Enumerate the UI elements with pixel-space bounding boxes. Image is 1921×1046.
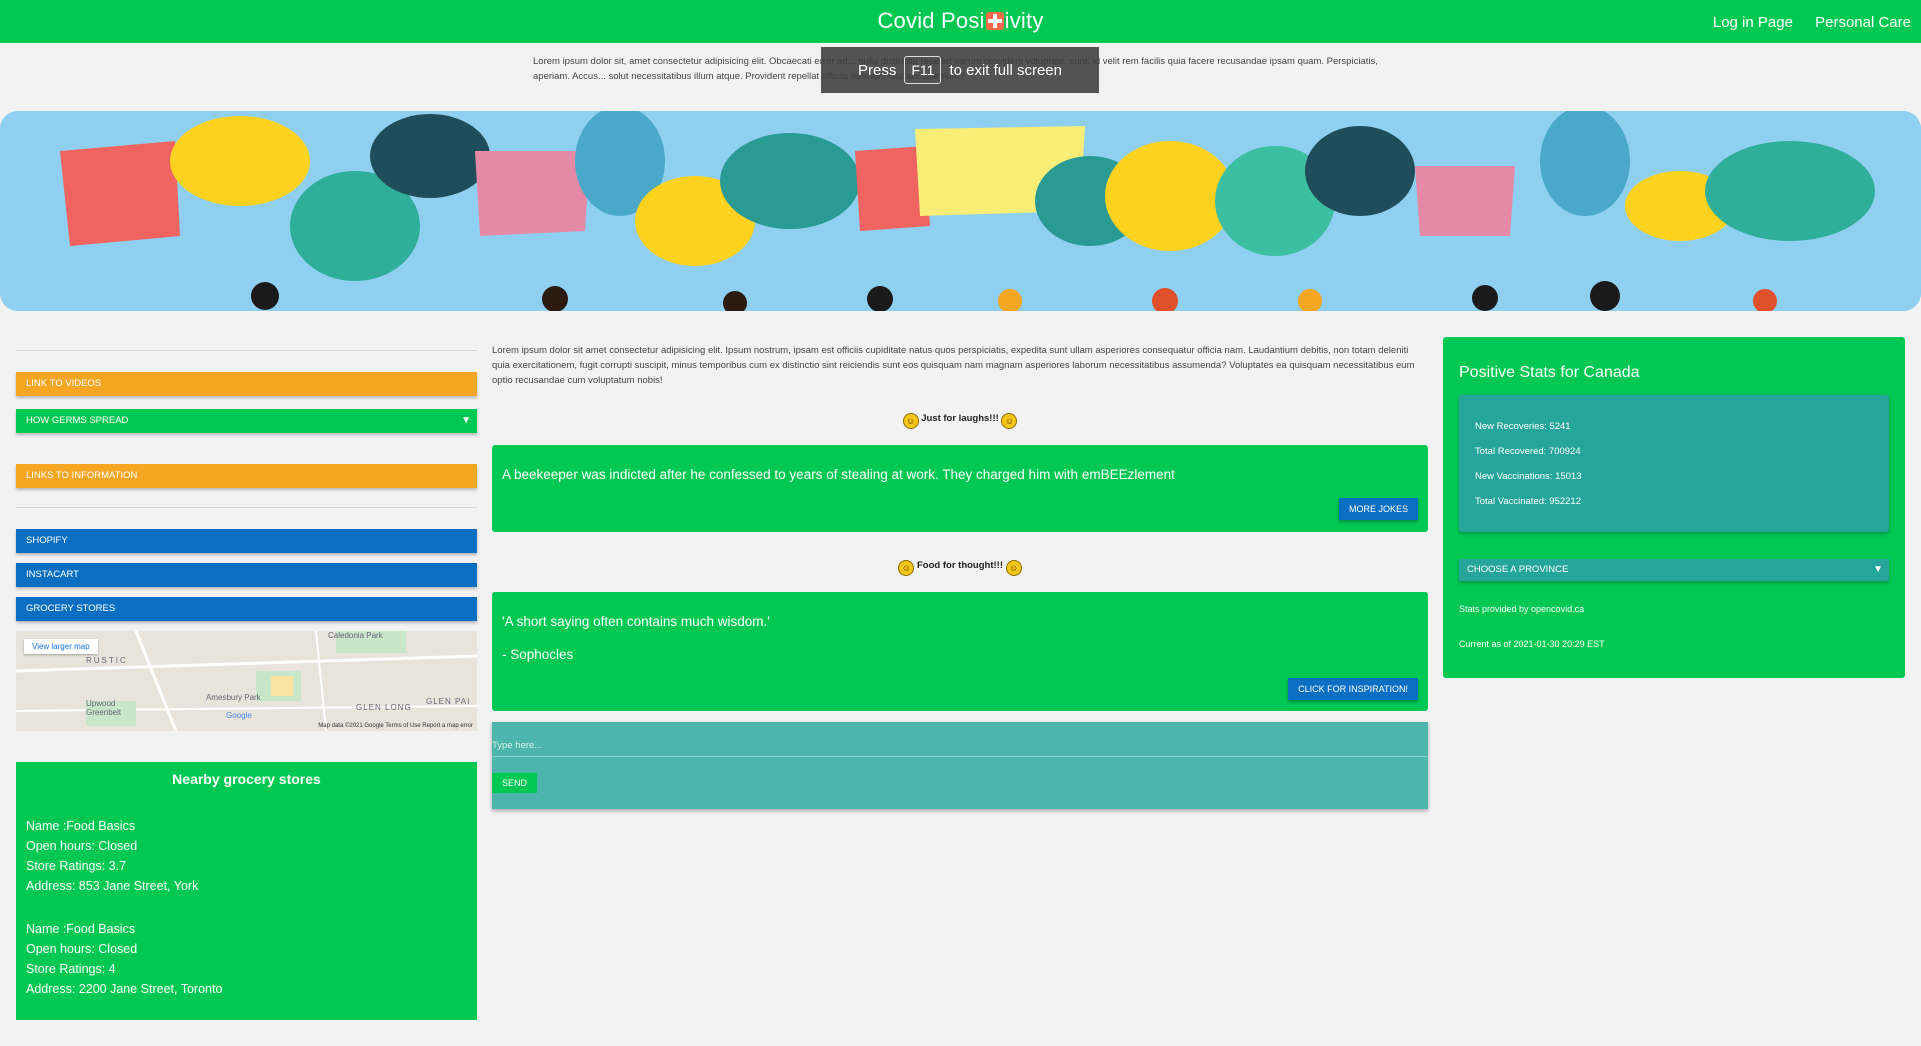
store-address: Address: 853 Jane Street, York <box>26 879 199 893</box>
send-button[interactable]: SEND <box>492 773 538 793</box>
stat-total-vaccinated: Total Vaccinated: 952212 <box>1475 496 1581 507</box>
joke-card: A beekeeper was indicted after he confes… <box>492 445 1428 532</box>
store-name: Name :Food Basics <box>26 922 136 936</box>
map-label: GLEN LONG <box>356 703 412 712</box>
smiley-icon: ☺ <box>1001 413 1018 429</box>
nav-links: Log in Page Personal Care <box>1695 14 1911 31</box>
map-label: Amesbury Park <box>206 693 261 702</box>
map-label: Upwood Greenbelt <box>86 699 122 717</box>
province-dropdown[interactable]: CHOOSE A PROVINCE ▼ <box>1459 559 1889 581</box>
stat-total-recovered: Total Recovered: 700924 <box>1475 446 1581 457</box>
store-rating: Store Ratings: 4 <box>26 962 116 976</box>
store-name: Name :Food Basics <box>26 819 136 833</box>
stats-title: Positive Stats for Canada <box>1459 364 1640 381</box>
store-entry: Name :Food Basics Open hours: Closed Sto… <box>16 816 198 896</box>
divider <box>16 507 477 508</box>
stats-provider: Stats provided by opencovid.ca <box>1459 604 1585 614</box>
view-larger-map-link[interactable]: View larger map <box>24 639 98 654</box>
stats-timestamp: Current as of 2021-01-30 20:29 EST <box>1459 639 1605 649</box>
center-paragraph: Lorem ipsum dolor sit amet consectetur a… <box>492 345 1415 386</box>
shopify-button[interactable]: SHOPIFY <box>16 529 477 553</box>
stat-new-recoveries: New Recoveries: 5241 <box>1475 421 1571 432</box>
smiley-icon: ☺ <box>898 560 915 576</box>
top-navbar: Covid Posi ivity Log in Page Personal Car… <box>0 0 1921 43</box>
links-to-information-button[interactable]: LINKS TO INFORMATION <box>16 464 477 488</box>
site-title-right: ivity <box>1004 8 1044 33</box>
smiley-icon: ☺ <box>902 413 919 429</box>
chat-box: SEND <box>492 722 1428 809</box>
google-logo: Google <box>226 711 252 720</box>
plus-cross-icon <box>985 12 1004 30</box>
map-label: GLEN PAI <box>426 697 471 706</box>
nearby-grocery-panel: Nearby grocery stores Name :Food Basics … <box>16 762 477 1020</box>
store-entry: Name :Food Basics Open hours: Closed Sto… <box>16 919 222 999</box>
chevron-down-icon: ▼ <box>461 415 471 426</box>
smiley-icon: ☺ <box>1005 560 1022 576</box>
quote-card: 'A short saying often contains much wisd… <box>492 592 1428 711</box>
chevron-down-icon: ▼ <box>1873 564 1883 575</box>
instacart-button[interactable]: INSTACART <box>16 563 477 587</box>
laughs-heading: ☺ Just for laughs!!! ☺ <box>492 413 1428 429</box>
f11-key-badge: F11 <box>904 56 942 84</box>
fullscreen-exit-label: to exit full screen <box>949 61 1062 79</box>
center-content: Lorem ipsum dolor sit amet consectetur a… <box>492 343 1428 809</box>
stat-new-vaccinations: New Vaccinations: 15013 <box>1475 471 1582 482</box>
site-title-left: Covid Posi <box>877 8 985 33</box>
nav-link-login[interactable]: Log in Page <box>1713 14 1793 31</box>
stats-card: New Recoveries: 5241 Total Recovered: 70… <box>1459 395 1889 532</box>
fullscreen-notice: Press F11 to exit full screen <box>821 47 1099 93</box>
store-address: Address: 2200 Jane Street, Toronto <box>26 982 223 996</box>
thought-heading: ☺ Food for thought!!! ☺ <box>492 560 1428 576</box>
how-germs-spread-dropdown[interactable]: HOW GERMS SPREAD ▼ <box>16 409 477 433</box>
store-hours: Open hours: Closed <box>26 839 138 853</box>
more-jokes-button[interactable]: MORE JOKES <box>1338 498 1418 520</box>
map-label: Caledonia Park <box>328 631 383 640</box>
store-hours: Open hours: Closed <box>26 942 138 956</box>
banner-illustration <box>0 111 1921 311</box>
map-attribution[interactable]: Map data ©2021 Google Terms of Use Repor… <box>318 723 473 729</box>
laughs-heading-text: Just for laughs!!! <box>921 413 999 424</box>
stats-panel: Positive Stats for Canada New Recoveries… <box>1443 337 1905 678</box>
store-rating: Store Ratings: 3.7 <box>26 859 127 873</box>
inspiration-button[interactable]: CLICK FOR INSPIRATION! <box>1288 678 1418 700</box>
nav-link-personal-care[interactable]: Personal Care <box>1815 14 1911 31</box>
fullscreen-press-label: Press <box>858 61 897 79</box>
site-title[interactable]: Covid Posi ivity <box>0 8 1921 34</box>
nearby-grocery-title: Nearby grocery stores <box>172 771 321 787</box>
divider <box>16 350 477 351</box>
chat-input[interactable] <box>492 734 1428 757</box>
quote-text: 'A short saying often contains much wisd… <box>502 614 770 629</box>
link-to-videos-button[interactable]: LINK TO VIDEOS <box>16 372 477 396</box>
map-label: RUSTIC <box>86 656 128 665</box>
joke-text: A beekeeper was indicted after he confes… <box>502 467 1175 482</box>
how-germs-spread-label: HOW GERMS SPREAD <box>26 415 129 426</box>
quote-author: - Sophocles <box>502 647 574 662</box>
speech-bubbles-banner <box>0 111 1921 311</box>
grocery-stores-button[interactable]: GROCERY STORES <box>16 597 477 621</box>
thought-heading-text: Food for thought!!! <box>917 560 1003 571</box>
embedded-map[interactable]: View larger map Caledonia Park RUSTIC Up… <box>16 631 477 731</box>
province-label: CHOOSE A PROVINCE <box>1467 564 1569 575</box>
